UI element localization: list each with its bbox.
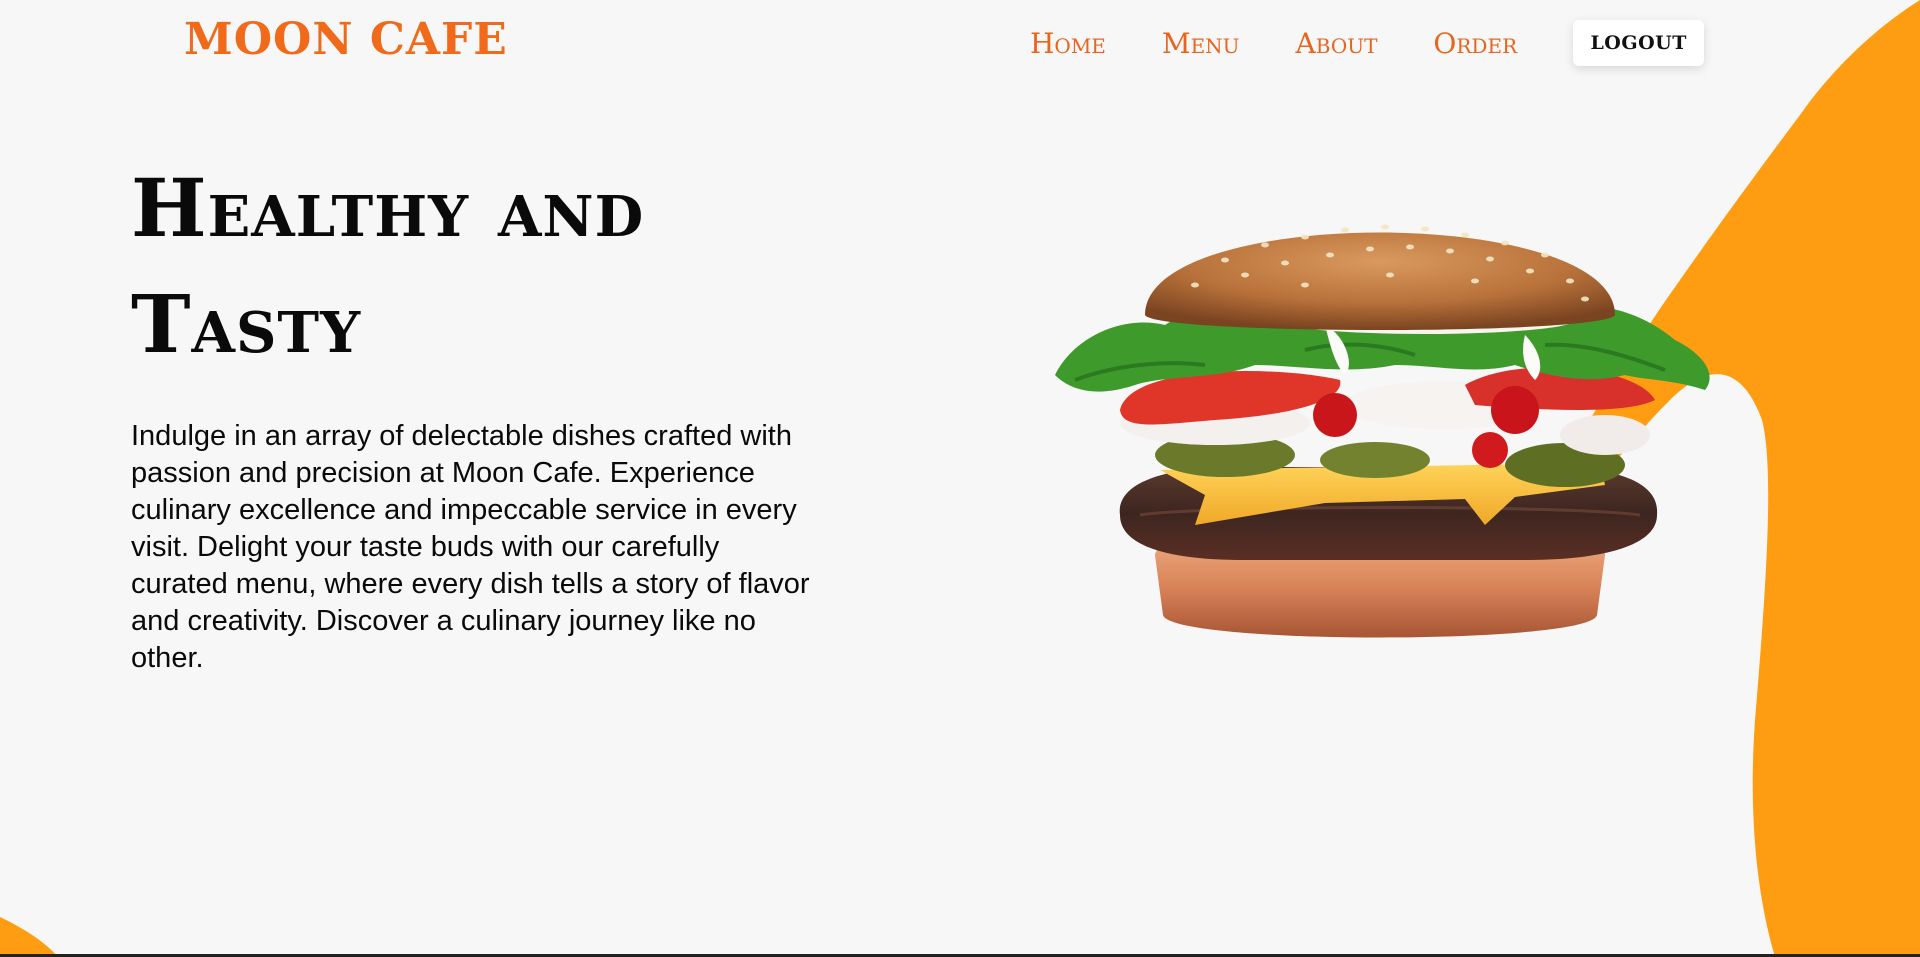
burger-image	[1055, 224, 1710, 638]
nav-home-link[interactable]: Home	[1030, 27, 1106, 60]
page: MOON CAFE Home Menu About Order LOGOUT H…	[0, 0, 1920, 957]
nav-about-link[interactable]: About	[1296, 27, 1378, 60]
logout-button[interactable]: LOGOUT	[1573, 20, 1705, 66]
hero-title: Healthy and Tasty	[131, 161, 645, 371]
nav-order-link[interactable]: Order	[1433, 27, 1517, 60]
site-logo[interactable]: MOON CAFE	[184, 14, 508, 65]
nav-menu-link[interactable]: Menu	[1162, 27, 1240, 60]
orange-corner-decoration	[0, 917, 58, 957]
hero-description: Indulge in an array of delectable dishes…	[131, 420, 810, 674]
main-nav: Home Menu About Order LOGOUT	[1030, 18, 1705, 68]
